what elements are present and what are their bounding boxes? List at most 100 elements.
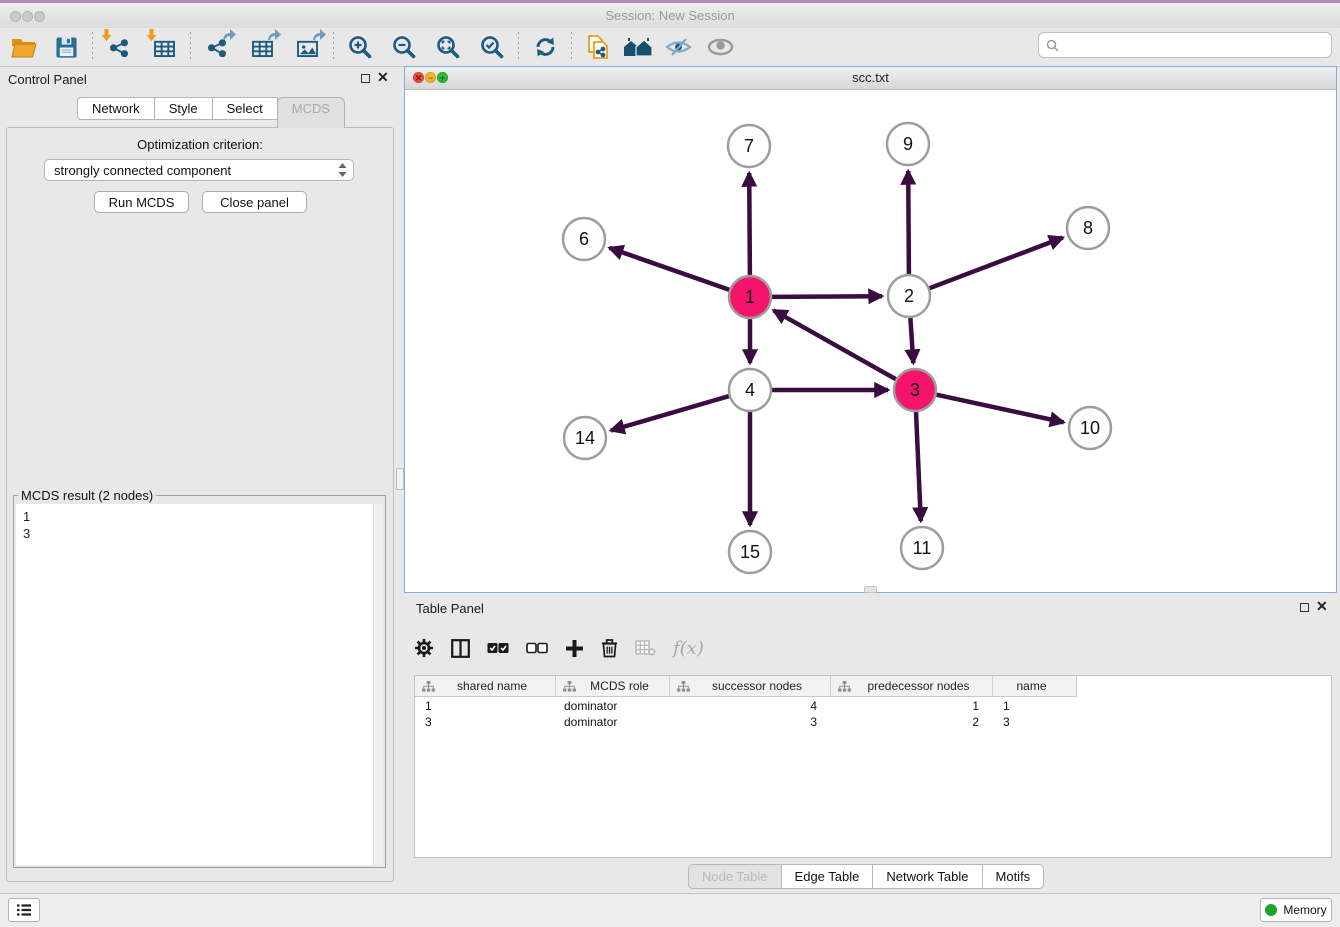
houses-icon (623, 36, 653, 58)
shared-column-icon (563, 681, 576, 692)
tab-mcds[interactable]: MCDS (277, 97, 345, 128)
delete-column-button[interactable] (601, 633, 618, 663)
node-label-15: 15 (740, 542, 760, 562)
import-arrow-icon (146, 29, 157, 42)
table-cell: 2 (831, 715, 993, 729)
shared-column-icon (838, 681, 851, 692)
edge-3-10[interactable] (937, 395, 1064, 423)
edge-1-2[interactable] (772, 296, 882, 297)
zoom-fit-button[interactable] (430, 30, 466, 64)
search-input[interactable] (1063, 37, 1331, 53)
table-cell: dominator (556, 699, 670, 713)
import-arrow-icon (101, 29, 112, 42)
float-panel-icon[interactable] (1300, 603, 1309, 612)
vertical-splitter-grip[interactable] (396, 468, 404, 490)
horizontal-splitter-grip[interactable] (864, 586, 877, 593)
delete-table-button[interactable] (635, 633, 656, 663)
edge-2-3[interactable] (910, 318, 913, 363)
close-panel-icon[interactable]: ✕ (1316, 597, 1328, 615)
create-column-button[interactable] (565, 633, 584, 663)
export-table-button[interactable] (244, 30, 280, 64)
float-panel-icon[interactable] (361, 74, 370, 83)
export-arrow-icon (222, 28, 236, 41)
select-all-button[interactable] (487, 633, 509, 663)
task-history-button[interactable] (8, 898, 40, 922)
edge-4-14[interactable] (611, 396, 729, 430)
gear-icon (414, 638, 434, 658)
open-session-button[interactable] (6, 30, 42, 64)
edge-1-7[interactable] (749, 173, 750, 275)
optimization-select[interactable]: strongly connected component (44, 159, 354, 181)
zoom-in-button[interactable] (342, 30, 378, 64)
close-panel-icon[interactable]: ✕ (377, 68, 389, 86)
tab-style[interactable]: Style (154, 97, 213, 120)
toolbar-separator (190, 32, 191, 62)
control-panel-tabs: Network Style Select MCDS (77, 97, 345, 128)
table-body: 1dominator4113dominator323 (415, 698, 1331, 730)
network-view-window: ✕ − + scc.txt 1234678910111415 (404, 66, 1337, 593)
result-scrollbar[interactable] (373, 504, 383, 865)
column-header-mcds-role[interactable]: MCDS role (556, 676, 670, 697)
zoom-selected-button[interactable] (474, 30, 510, 64)
eye-slash-icon (665, 36, 692, 58)
column-header-predecessor-nodes[interactable]: predecessor nodes (831, 676, 993, 697)
edge-3-1[interactable] (774, 310, 896, 379)
export-arrow-icon (312, 28, 326, 41)
node-label-7: 7 (744, 136, 754, 156)
zoom-fit-icon (435, 34, 461, 60)
network-window-titlebar[interactable]: ✕ − + scc.txt (405, 67, 1336, 90)
mcds-result-list[interactable]: 1 3 (16, 504, 383, 865)
tab-select[interactable]: Select (212, 97, 278, 120)
node-label-6: 6 (579, 229, 589, 249)
edge-2-8[interactable] (930, 238, 1063, 289)
export-network-button[interactable] (199, 30, 235, 64)
edge-3-11[interactable] (916, 412, 921, 521)
function-builder-button[interactable]: f(x) (673, 633, 704, 663)
table-settings-button[interactable] (414, 633, 434, 663)
zoom-out-button[interactable] (386, 30, 422, 64)
tab-network-table[interactable]: Network Table (872, 864, 982, 889)
search-field[interactable] (1038, 32, 1332, 58)
close-panel-button[interactable]: Close panel (202, 191, 307, 213)
import-network-button[interactable] (101, 30, 137, 64)
table-cell: dominator (556, 715, 670, 729)
tab-node-table[interactable]: Node Table (688, 864, 782, 889)
plus-icon (565, 639, 584, 658)
node-label-11: 11 (913, 538, 932, 558)
hide-selected-button[interactable] (660, 30, 696, 64)
edge-2-9[interactable] (908, 171, 909, 274)
mcds-result-title: MCDS result (2 nodes) (18, 488, 156, 503)
node-label-10: 10 (1080, 418, 1100, 438)
tab-motifs[interactable]: Motifs (982, 864, 1045, 889)
run-mcds-button[interactable]: Run MCDS (94, 191, 189, 213)
table-row[interactable]: 3dominator323 (415, 714, 1331, 730)
network-canvas[interactable]: 1234678910111415 (405, 89, 1336, 592)
column-header-successor-nodes[interactable]: successor nodes (670, 676, 831, 697)
memory-status-icon (1265, 904, 1277, 916)
table-row[interactable]: 1dominator411 (415, 698, 1331, 714)
table-cell: 4 (670, 699, 831, 713)
deselect-all-button[interactable] (526, 633, 548, 663)
duplicate-network-button[interactable] (580, 30, 616, 64)
apply-layout-button[interactable] (527, 30, 563, 64)
memory-button[interactable]: Memory (1260, 898, 1332, 922)
edge-1-6[interactable] (610, 248, 730, 290)
export-image-button[interactable] (289, 30, 325, 64)
table-panel-tabs: Node Table Edge Table Network Table Moti… (688, 864, 1044, 889)
shared-column-icon (677, 681, 690, 692)
show-selected-button[interactable] (702, 30, 738, 64)
select-stepper-icon (338, 163, 347, 177)
list-icon (16, 904, 32, 916)
toggle-column-panel-button[interactable] (451, 633, 470, 663)
column-header-shared-name[interactable]: shared name (415, 676, 556, 697)
optimization-select-value: strongly connected component (45, 163, 338, 178)
tab-edge-table[interactable]: Edge Table (781, 864, 874, 889)
column-header-name[interactable]: name (993, 676, 1077, 697)
tab-network[interactable]: Network (77, 97, 155, 120)
node-label-2: 2 (904, 286, 914, 306)
toolbar-separator (571, 32, 572, 62)
import-table-button[interactable] (146, 30, 182, 64)
home-button[interactable] (620, 30, 656, 64)
toolbar-separator (333, 32, 334, 62)
save-session-button[interactable] (48, 30, 84, 64)
